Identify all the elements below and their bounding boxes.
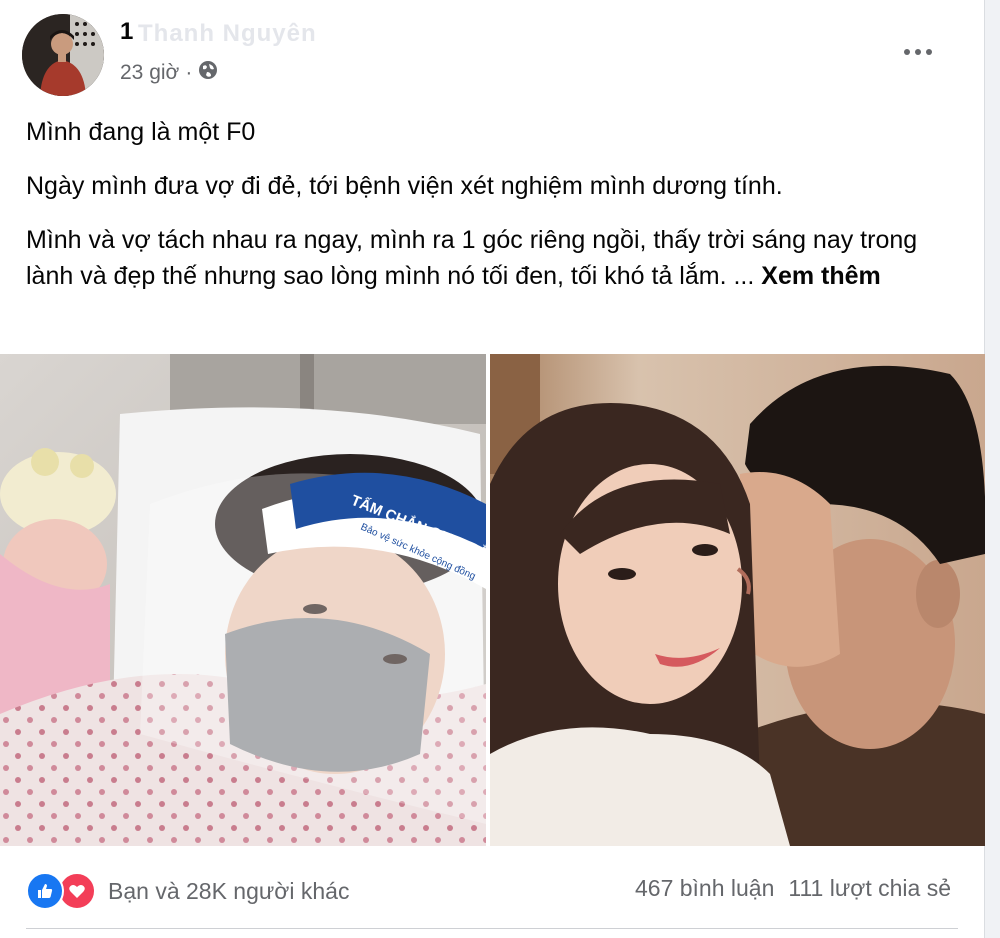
like-icon xyxy=(26,872,64,910)
more-dot xyxy=(915,49,921,55)
post-paragraph-3: Mình và vợ tách nhau ra ngay, mình ra 1 … xyxy=(26,222,958,294)
meta-separator: · xyxy=(185,61,193,84)
post-time[interactable]: 23 giờ xyxy=(120,61,179,85)
avatar-image xyxy=(22,14,104,96)
author-name[interactable]: 1 xyxy=(120,18,133,46)
see-more-link[interactable]: Xem thêm xyxy=(761,262,880,290)
reactions-summary[interactable]: Bạn và 28K người khác xyxy=(26,872,349,910)
post-card: 1 Thanh Nguyên 23 giờ · Mình đang là một… xyxy=(0,0,985,938)
author-name-blurred: Thanh Nguyên xyxy=(138,20,317,47)
post-paragraph-1: Mình đang là một F0 xyxy=(26,118,256,146)
reactions-text[interactable]: Bạn và 28K người khác xyxy=(108,878,349,905)
footer-divider xyxy=(26,928,958,929)
more-horizontal-icon xyxy=(904,49,910,55)
more-options-button[interactable] xyxy=(896,36,940,68)
post-paragraph-2: Ngày mình đưa vợ đi đẻ, tới bệnh viện xé… xyxy=(26,172,783,200)
globe-icon xyxy=(198,60,218,86)
shares-count[interactable]: 111 lượt chia sẻ xyxy=(788,875,951,902)
photo-image xyxy=(490,354,985,846)
post-stats: 467 bình luận 111 lượt chia sẻ xyxy=(635,875,951,902)
post-meta: 23 giờ · xyxy=(120,60,218,86)
more-dot xyxy=(926,49,932,55)
author-avatar[interactable] xyxy=(22,14,104,96)
comments-count[interactable]: 467 bình luận xyxy=(635,875,774,902)
photo-mother-newborn[interactable]: TẤM CHẮN GIỌT BẮN Bảo vệ sức khỏe cộng đ… xyxy=(0,354,486,846)
photo-couple[interactable] xyxy=(490,354,985,846)
photo-image: TẤM CHẮN GIỌT BẮN Bảo vệ sức khỏe cộng đ… xyxy=(0,354,486,846)
